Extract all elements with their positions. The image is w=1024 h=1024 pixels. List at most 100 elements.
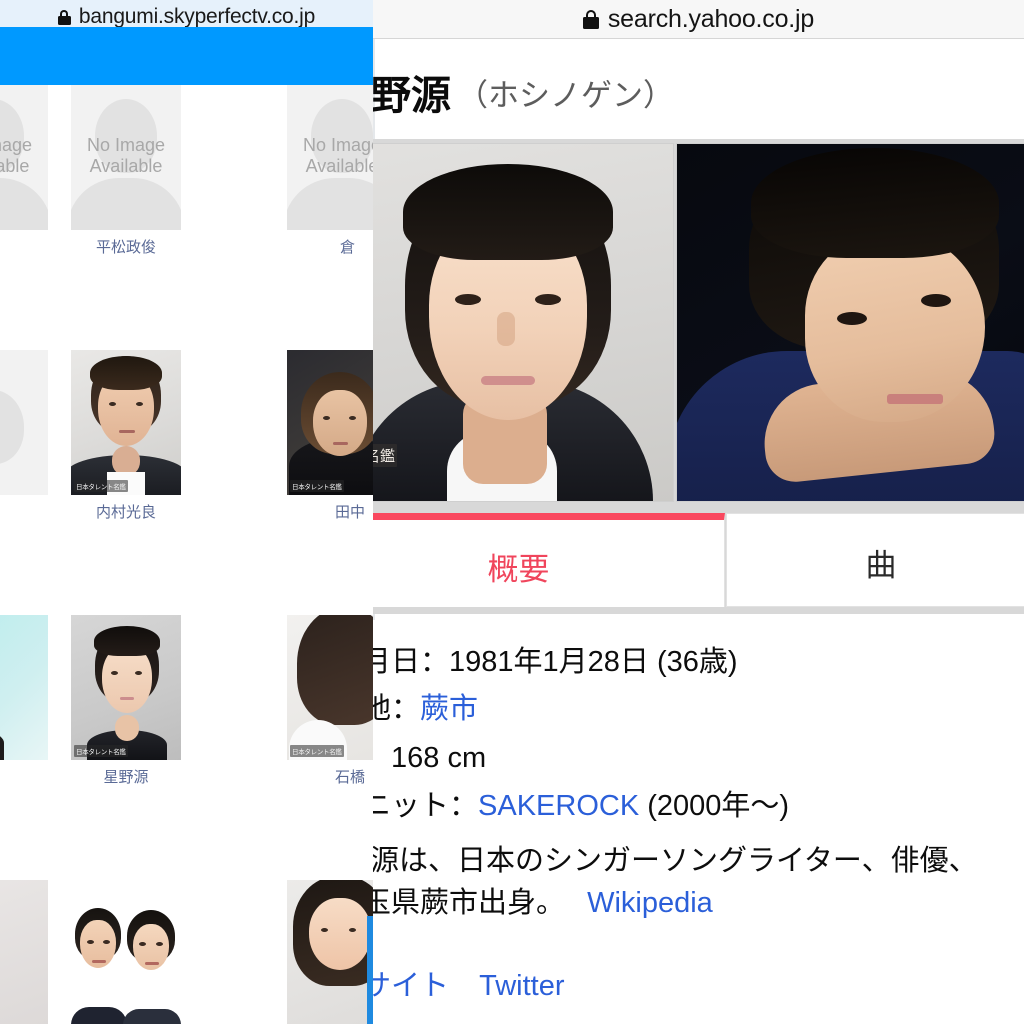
person-silhouette-icon: [287, 178, 373, 230]
talent-name-label[interactable]: 内村光良: [71, 501, 181, 522]
fact-height: 長：168 cm: [373, 744, 486, 773]
fact-birthplace-label: 身地：: [373, 693, 421, 725]
talent-photo: [0, 615, 48, 760]
list-item[interactable]: No Image Available 倉: [287, 85, 373, 257]
right-address-bar[interactable]: search.yahoo.co.jp: [373, 0, 1024, 39]
talent-photo: [0, 880, 48, 1024]
knowledge-panel-description: 野 源は、日本のシンガーソングライター、俳優、 埼玉県蕨市出身。 Wikiped…: [373, 840, 1024, 925]
fact-unit-link[interactable]: SAKEROCK: [478, 790, 639, 822]
table-row: 日本タレント名鑑 星野源 日本タレント名鑑 石橋: [0, 615, 373, 880]
knowledge-panel-reading: （ホシノゲン）: [457, 77, 674, 113]
knowledge-panel-photo[interactable]: ント名鑑: [373, 143, 674, 502]
tab-songs[interactable]: 曲: [726, 513, 1024, 607]
list-item[interactable]: No Image Available: [0, 85, 48, 236]
tab-overview-label: 概要: [487, 552, 550, 587]
image-watermark: 日本タレント名鑑: [74, 480, 128, 492]
list-item[interactable]: さ: [0, 350, 48, 522]
fact-unit: ユニット：SAKEROCK (2000年〜): [373, 792, 789, 821]
talent-name-label[interactable]: 平松政俊: [71, 236, 181, 257]
list-item[interactable]: No Image Available 平松政俊: [71, 85, 181, 257]
list-item[interactable]: 日本タレント名鑑 田中: [287, 350, 373, 522]
official-site-link[interactable]: 式サイト: [373, 970, 449, 1002]
list-item[interactable]: 日本タレント名鑑 星野源: [71, 615, 181, 787]
talent-thumbnail[interactable]: 日本タレント名鑑: [71, 350, 181, 495]
fact-height-value: 168 cm: [391, 742, 487, 774]
no-image-text: No Image Available: [302, 134, 373, 177]
fact-unit-years: (2000年〜): [639, 790, 790, 822]
talent-thumbnail[interactable]: 日本タレント名鑑: [71, 615, 181, 760]
left-site-header-bar: [0, 27, 373, 85]
talent-name-label[interactable]: 石橋: [287, 766, 373, 787]
lock-icon: [57, 9, 71, 25]
no-image-text: No Image Available: [86, 134, 166, 177]
left-url-row: bangumi.skyperfectv.co.jp: [57, 5, 316, 27]
list-item[interactable]: 日本タレント名鑑 石橋: [287, 615, 373, 787]
talent-name-label[interactable]: 星野源: [71, 766, 181, 787]
knowledge-panel-body: 年月日：1981年1月28日 (36歳) 身地：蕨市 長：168 cm ユニット…: [373, 620, 1024, 1024]
fact-unit-label: ユニット：: [373, 790, 479, 822]
talent-photo: 日本タレント名鑑: [71, 350, 181, 495]
table-row: No Image Available No Image Available 平松…: [0, 85, 373, 350]
talent-thumbnail[interactable]: [287, 880, 373, 1024]
fact-birthdate-value: 1981年1月28日 (36歳): [449, 646, 738, 678]
no-image-text: No Image Available: [0, 134, 33, 177]
tab-songs-label: 曲: [865, 547, 897, 583]
talent-thumbnail[interactable]: [0, 350, 48, 495]
fact-birthdate-label: 年月日：: [373, 646, 450, 678]
talent-thumbnail[interactable]: No Image Available: [0, 85, 48, 230]
talent-thumbnail[interactable]: [0, 615, 48, 760]
talent-photo: 日本タレント名鑑: [287, 350, 373, 495]
page-title: 野源 （ホシノゲン）: [373, 62, 1024, 122]
knowledge-panel-photo-strip[interactable]: ント名鑑: [373, 139, 1024, 506]
image-watermark: 日本タレント名鑑: [74, 745, 128, 757]
fact-birthdate: 年月日：1981年1月28日 (36歳): [373, 648, 738, 677]
list-item[interactable]: [287, 880, 373, 1024]
fact-birthplace-link[interactable]: 蕨市: [420, 693, 478, 725]
left-url-text: bangumi.skyperfectv.co.jp: [78, 5, 316, 27]
image-watermark: 日本タレント名鑑: [290, 480, 344, 492]
right-url-text: search.yahoo.co.jp: [607, 4, 815, 33]
person-silhouette-icon: [0, 178, 48, 230]
knowledge-panel-links: 式サイト Twitter: [373, 962, 586, 1004]
description-line-2: 埼玉県蕨市出身。: [373, 887, 566, 920]
left-address-bar[interactable]: bangumi.skyperfectv.co.jp: [0, 0, 373, 27]
wikipedia-link[interactable]: Wikipedia: [587, 887, 713, 919]
knowledge-panel-name: 野源: [373, 74, 451, 118]
talent-thumbnail-grid: No Image Available No Image Available 平松…: [0, 85, 373, 1024]
talent-thumbnail[interactable]: [0, 880, 48, 1024]
fact-height-label: 長：: [373, 742, 391, 774]
list-item[interactable]: [0, 880, 48, 1024]
table-row: さ 日本タレント: [0, 350, 373, 615]
image-watermark: 日本タレント名鑑: [290, 745, 344, 757]
twitter-link[interactable]: Twitter: [479, 970, 564, 1002]
right-browser-pane: search.yahoo.co.jp 野源 （ホシノゲン） 鑑 概要 曲 月日：…: [373, 0, 1024, 1024]
talent-name-label[interactable]: さ: [0, 501, 48, 522]
list-item[interactable]: [0, 615, 48, 766]
talent-thumbnail[interactable]: No Image Available: [71, 85, 181, 230]
knowledge-panel-tabs: 概要 曲: [373, 506, 1024, 614]
talent-photo: 日本タレント名鑑: [287, 615, 373, 760]
talent-photo: [71, 880, 181, 1024]
no-image-placeholder: [0, 350, 48, 495]
talent-thumbnail[interactable]: [71, 880, 181, 1024]
talent-name-label[interactable]: 田中: [287, 501, 373, 522]
talent-thumbnail[interactable]: 日本タレント名鑑: [287, 350, 373, 495]
tab-overview[interactable]: 概要: [373, 513, 725, 607]
description-line-1: 野 源は、日本のシンガーソングライター、俳優、: [373, 845, 978, 877]
person-silhouette-icon: [0, 390, 24, 464]
talent-name-label[interactable]: 倉: [287, 236, 373, 257]
talent-thumbnail[interactable]: 日本タレント名鑑: [287, 615, 373, 760]
knowledge-panel-photo[interactable]: [676, 143, 1024, 502]
lock-icon: [582, 9, 599, 29]
talent-thumbnail[interactable]: No Image Available: [287, 85, 373, 230]
person-silhouette-icon: [71, 178, 181, 230]
list-item[interactable]: 日本タレント名鑑 内村光良: [71, 350, 181, 522]
right-url-row: search.yahoo.co.jp: [582, 4, 815, 34]
table-row: [0, 880, 373, 1024]
screenshot-root: bangumi.skyperfectv.co.jp No Image Avail…: [0, 0, 1024, 1024]
talent-photo: 日本タレント名鑑: [71, 615, 181, 760]
no-image-placeholder: No Image Available: [287, 85, 373, 230]
list-item[interactable]: [71, 880, 181, 1024]
talent-photo: [287, 880, 373, 1024]
no-image-placeholder: No Image Available: [0, 85, 48, 230]
